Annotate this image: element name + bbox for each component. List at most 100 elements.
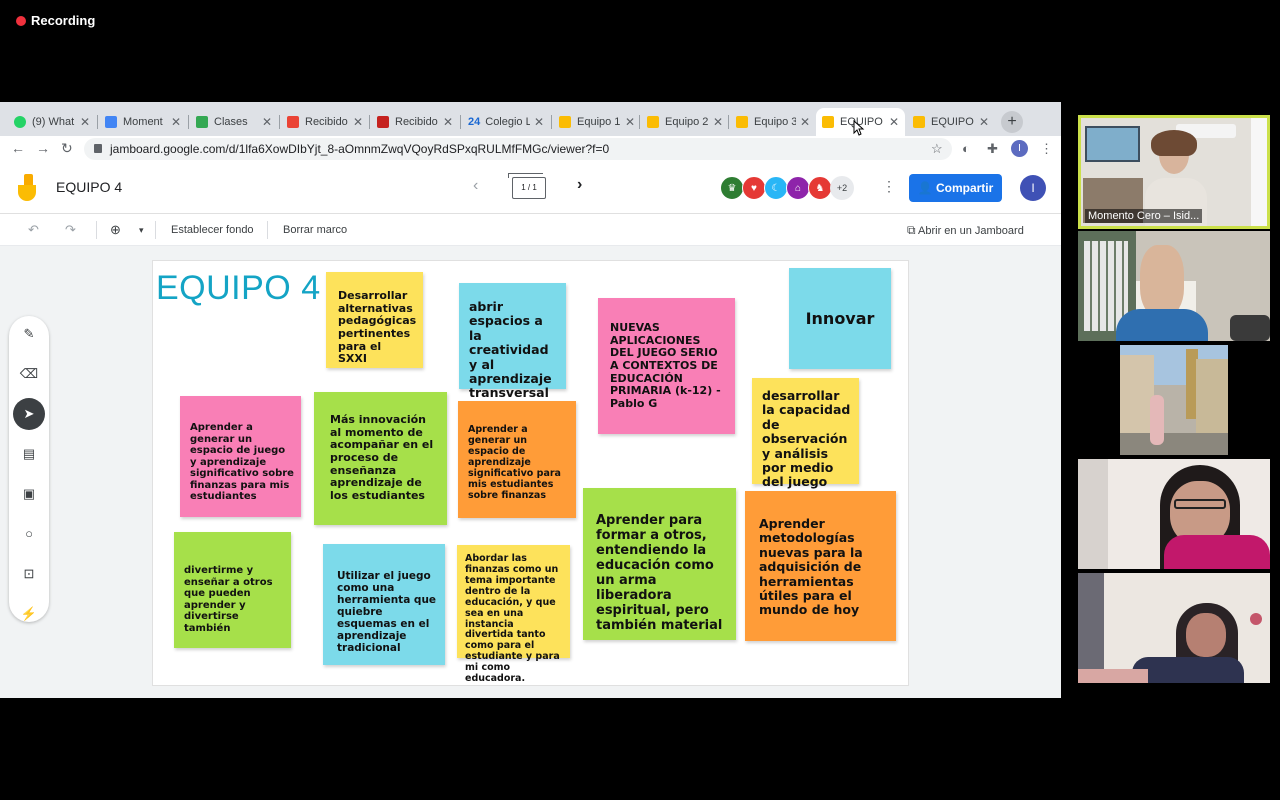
url-text: jamboard.google.com/d/1lfa6XowDIbYjt_8-a… [110, 142, 610, 156]
tab-whatsapp[interactable]: (9) What ✕ [8, 108, 96, 136]
jamboard-frame[interactable]: EQUIPO 4 Desarrollar alternativas pedagó… [152, 260, 909, 686]
set-background-button[interactable]: Establecer fondo [171, 224, 254, 236]
url-bar[interactable]: jamboard.google.com/d/1lfa6XowDIbYjt_8-a… [84, 138, 952, 160]
sticky-note[interactable]: Aprender metodologías nuevas para la adq… [745, 491, 896, 641]
text-box-icon[interactable]: ⊡ [17, 562, 41, 586]
collaborator-wave-avatar[interactable]: ☾ [764, 176, 788, 200]
side-toolbar: ✎ ⌫ ➤ ▤ ▣ ○ ⊡ ⚡ [9, 316, 49, 622]
jamboard-icon [822, 116, 834, 128]
participant-tile[interactable] [1078, 459, 1270, 569]
reload-icon[interactable]: ↻ [61, 140, 73, 157]
close-tab-icon[interactable]: ✕ [171, 115, 181, 129]
recording-label: Recording [31, 13, 96, 28]
close-tab-icon[interactable]: ✕ [80, 115, 90, 129]
select-arrow-icon[interactable]: ➤ [13, 398, 45, 430]
jamboard-icon [647, 116, 659, 128]
tab-colegio[interactable]: 24 Colegio L ✕ [462, 108, 550, 136]
sticky-note[interactable]: desarrollar la capacidad de observación … [752, 378, 859, 489]
tab-momento[interactable]: Moment ✕ [99, 108, 187, 136]
bookmark-star-icon[interactable]: ☆ [931, 141, 943, 157]
clear-frame-button[interactable]: Borrar marco [283, 224, 347, 236]
address-row: ← → ↻ jamboard.google.com/d/1lfa6XowDIbY… [0, 136, 1061, 162]
zoom-icon[interactable]: ⊕ [110, 222, 121, 238]
sticky-note[interactable]: abrir espacios a la creatividad y al apr… [459, 283, 566, 400]
participant-tile[interactable] [1078, 345, 1270, 455]
tab-strip: (9) What ✕ Moment ✕ Clases ✕ Recibido ✕ Reci… [0, 102, 1061, 136]
close-tab-icon[interactable]: ✕ [534, 115, 544, 129]
jamboard-logo-icon[interactable] [18, 174, 40, 202]
collaborator-rabbit-avatar[interactable]: ♞ [808, 176, 832, 200]
open-in-jamboard-button[interactable]: ⧉ Abrir en un Jamboard [907, 223, 1024, 238]
tab-equipo-3[interactable]: Equipo 3 ✕ [730, 108, 816, 136]
user-avatar[interactable]: I [1020, 175, 1046, 201]
close-tab-icon[interactable]: ✕ [625, 115, 635, 129]
more-options-icon[interactable]: ⋮ [882, 178, 896, 195]
browser-profile-avatar[interactable]: I [1011, 140, 1028, 157]
close-tab-icon[interactable]: ✕ [979, 115, 989, 129]
share-button[interactable]: 👤 Compartir [909, 174, 1002, 202]
more-collaborators-badge[interactable]: +2 [830, 176, 854, 200]
tab-equipo-1[interactable]: Equipo 1 ✕ [553, 108, 641, 136]
sticky-note[interactable]: Aprender a generar un espacio de aprendi… [458, 401, 576, 518]
collaborator-bird-avatar[interactable]: ♥ [742, 176, 766, 200]
zoom-dropdown-icon[interactable]: ▾ [139, 225, 144, 236]
document-title[interactable]: EQUIPO 4 [56, 179, 122, 195]
browser-menu-icon[interactable]: ⋮ [1040, 141, 1053, 157]
next-frame-icon[interactable]: › [577, 176, 582, 194]
image-icon[interactable]: ▣ [17, 482, 41, 506]
tab-equipo-5[interactable]: EQUIPO ✕ [907, 108, 995, 136]
sticky-note[interactable]: Utilizar el juego como una herramienta q… [323, 544, 445, 665]
sticky-note[interactable]: Aprender para formar a otros, entendiend… [583, 488, 736, 640]
participant-tile[interactable] [1078, 573, 1270, 683]
puzzle-icon[interactable]: ✚ [987, 141, 998, 157]
close-tab-icon[interactable]: ✕ [353, 115, 363, 129]
gmail-icon [377, 116, 389, 128]
close-tab-icon[interactable]: ✕ [713, 115, 723, 129]
classroom-icon [196, 116, 208, 128]
tab-recibido-1[interactable]: Recibido ✕ [281, 108, 369, 136]
tab-equipo-2[interactable]: Equipo 2 ✕ [641, 108, 729, 136]
tab-recibido-2[interactable]: Recibido ✕ [371, 108, 459, 136]
mouse-cursor-icon [853, 120, 865, 136]
laser-icon[interactable]: ⚡ [17, 602, 41, 626]
sticky-note[interactable]: divertirme y enseñar a otros que pueden … [174, 532, 291, 648]
back-arrow-icon[interactable]: ← [11, 140, 25, 156]
sticky-note[interactable]: Desarrollar alternativas pedagógicas per… [326, 272, 423, 368]
open-external-icon: ⧉ [907, 223, 916, 237]
tab-clases[interactable]: Clases ✕ [190, 108, 278, 136]
participant-tile-active[interactable]: Momento Cero – Isid... [1078, 115, 1270, 229]
whatsapp-icon [14, 116, 26, 128]
board-title: EQUIPO 4 [156, 269, 321, 307]
person-icon: 👤 [917, 181, 933, 195]
close-tab-icon[interactable]: ✕ [262, 115, 272, 129]
pen-icon[interactable]: ✎ [17, 322, 41, 346]
forward-arrow-icon[interactable]: → [36, 140, 50, 156]
lock-icon [94, 144, 102, 153]
undo-icon[interactable]: ↶ [28, 222, 39, 238]
sticky-note[interactable]: Aprender a generar un espacio de juego y… [180, 396, 301, 517]
sticky-note-icon[interactable]: ▤ [17, 442, 41, 466]
screen: Recording (9) What ✕ Moment ✕ Clases ✕ Reci… [0, 0, 1280, 800]
extension-icon[interactable]: ◐ [962, 141, 970, 156]
sticky-note[interactable]: Más innovación al momento de acompañar e… [314, 392, 447, 525]
new-tab-button[interactable]: + [1001, 111, 1023, 133]
jamboard-icon [736, 116, 748, 128]
close-tab-icon[interactable]: ✕ [800, 115, 810, 129]
sticky-note[interactable]: NUEVAS APLICACIONES DEL JUEGO SERIO A CO… [598, 298, 735, 434]
circle-shape-icon[interactable]: ○ [17, 522, 41, 546]
browser-window: (9) What ✕ Moment ✕ Clases ✕ Recibido ✕ Reci… [0, 102, 1061, 698]
sticky-note[interactable]: Innovar [789, 268, 891, 369]
close-tab-icon[interactable]: ✕ [889, 115, 899, 129]
jamboard-icon [559, 116, 571, 128]
close-tab-icon[interactable]: ✕ [443, 115, 453, 129]
participant-tile[interactable] [1078, 231, 1270, 341]
previous-frame-icon[interactable]: ‹ [473, 177, 478, 195]
eraser-icon[interactable]: ⌫ [17, 362, 41, 386]
collaborator-house-avatar[interactable]: ⌂ [786, 176, 810, 200]
frame-indicator[interactable]: 1 / 1 [508, 173, 546, 199]
sticky-note[interactable]: Abordar las finanzas como un tema import… [457, 545, 570, 684]
collaborator-crown-avatar[interactable]: ♛ [720, 176, 744, 200]
gmail-icon [287, 116, 299, 128]
redo-icon[interactable]: ↷ [65, 222, 76, 238]
calendar-icon [105, 116, 117, 128]
